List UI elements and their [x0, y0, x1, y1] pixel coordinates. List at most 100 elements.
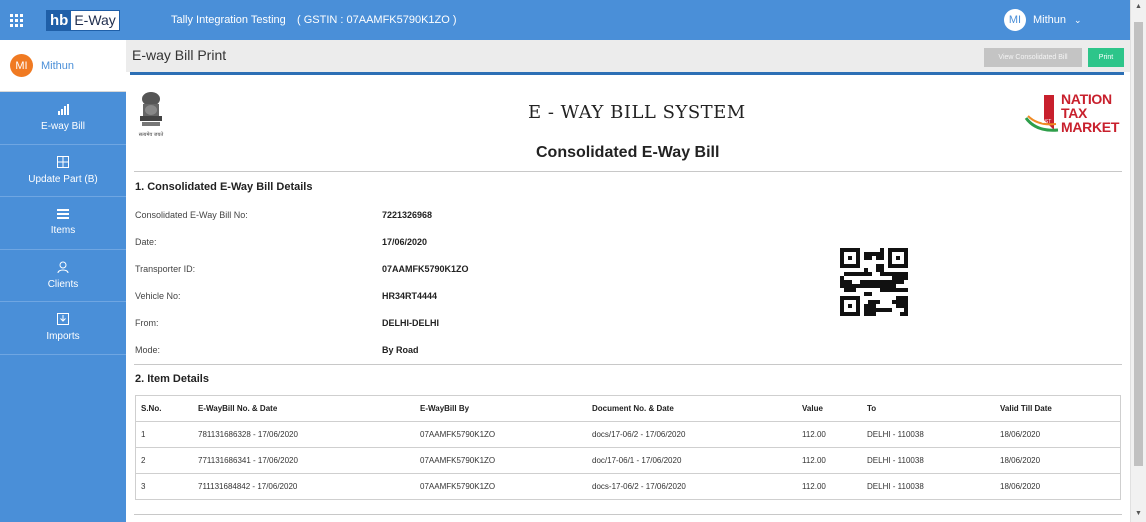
list-icon: [57, 209, 69, 221]
main-content: E-way Bill Print View Consolidated Bill …: [126, 40, 1130, 522]
table-cell: 2: [141, 456, 146, 465]
org-name: Tally Integration Testing: [171, 14, 286, 26]
user-menu[interactable]: MI Mithun ⌄: [1004, 9, 1082, 31]
divider: [134, 514, 1122, 515]
sidebar-item-clients[interactable]: Clients: [0, 250, 126, 302]
table-row: 1 781131686328 - 17/06/2020 07AAMFK5790K…: [136, 422, 1120, 448]
sidebar-item-update-part-b[interactable]: Update Part (B): [0, 145, 126, 197]
sidebar-item-label: E-way Bill: [41, 120, 85, 132]
page-title: E-way Bill Print: [132, 47, 227, 63]
sidebar-item-imports[interactable]: Imports: [0, 302, 126, 355]
table-cell: doc/17-06/1 - 17/06/2020: [592, 456, 682, 465]
table-cell: 18/06/2020: [1000, 482, 1041, 491]
detail-label: Date:: [135, 237, 157, 247]
user-icon: [57, 261, 69, 275]
sidebar-item-eway-bill[interactable]: E-way Bill: [0, 92, 126, 145]
section-heading: 2. Item Details: [135, 373, 209, 385]
scrollbar-thumb[interactable]: [1134, 22, 1143, 466]
table-header-row: S.No. E-WayBill No. & Date E-WayBill By …: [136, 396, 1120, 422]
table-cell: docs/17-06/2 - 17/06/2020: [592, 430, 686, 439]
table-cell: 1: [141, 430, 146, 439]
national-emblem-icon: सत्यमेव जयते: [139, 92, 164, 138]
avatar: MI: [1004, 9, 1026, 31]
grid-icon: [9, 13, 23, 27]
sidebar-user[interactable]: MI Mithun: [0, 40, 126, 92]
header-divider: [130, 72, 1124, 75]
qr-code-icon: [840, 248, 908, 316]
table-cell: 3: [141, 482, 146, 491]
ntm-line-market: MARKET: [1061, 119, 1120, 135]
ntm-line-nation: NATION: [1061, 91, 1112, 107]
scroll-up-icon[interactable]: ▲: [1135, 3, 1142, 10]
table-cell: DELHI - 110038: [867, 430, 924, 439]
table-cell: 771131686341 - 17/06/2020: [198, 456, 298, 465]
detail-label: From:: [135, 318, 159, 328]
table-cell: 781131686328 - 17/06/2020: [198, 430, 298, 439]
table-cell: DELHI - 110038: [867, 482, 924, 491]
detail-label: Consolidated E-Way Bill No:: [135, 210, 248, 220]
view-consolidated-bill-button[interactable]: View Consolidated Bill: [984, 48, 1082, 67]
table-cell: 112.00: [802, 456, 826, 465]
divider: [134, 364, 1122, 365]
table-row: 2 771131686341 - 17/06/2020 07AAMFK5790K…: [136, 448, 1120, 474]
ntm-line-tax: TAX: [1061, 105, 1088, 121]
logo-hb: hb: [47, 11, 72, 30]
chevron-down-icon: ⌄: [1074, 14, 1082, 25]
page-scrollbar[interactable]: ▲ ▼: [1130, 0, 1146, 522]
sidebar-item-items[interactable]: Items: [0, 197, 126, 250]
ntm-gst-text: GST: [1041, 119, 1051, 125]
sidebar-item-label: Items: [50, 225, 76, 237]
grid-table-icon: [57, 155, 69, 170]
table-cell: 07AAMFK5790K1ZO: [420, 482, 496, 491]
system-title: E - WAY BILL SYSTEM: [528, 102, 746, 123]
table-header-cell: S.No.: [141, 404, 162, 413]
bar-chart-icon: [57, 103, 69, 117]
app-logo[interactable]: hb E-Way: [46, 10, 120, 31]
logo-eway: E-Way: [74, 12, 116, 28]
import-icon: [57, 313, 69, 327]
top-bar: hb E-Way Tally Integration Testing ( GST…: [0, 0, 1146, 40]
detail-value: HR34RT4444: [382, 291, 438, 301]
sidebar-user-name: Mithun: [41, 59, 75, 72]
scroll-down-icon[interactable]: ▼: [1135, 510, 1142, 517]
detail-value: 07AAMFK5790K1ZO: [382, 264, 469, 274]
table-cell: DELHI - 110038: [867, 456, 924, 465]
detail-value: DELHI-DELHI: [382, 318, 439, 328]
document-title: Consolidated E-Way Bill: [536, 144, 720, 161]
print-button[interactable]: Print: [1088, 48, 1124, 67]
emblem-caption: सत्यमेव जयते: [139, 131, 164, 138]
user-name: Mithun: [1033, 14, 1067, 26]
avatar: MI: [10, 54, 33, 77]
item-details-table: S.No. E-WayBill No. & Date E-WayBill By …: [135, 395, 1121, 500]
table-header-cell: Value: [802, 404, 823, 413]
table-header-cell: Document No. & Date: [592, 404, 674, 413]
table-cell: 112.00: [802, 482, 826, 491]
table-row: 3 711131684842 - 17/06/2020 07AAMFK5790K…: [136, 474, 1120, 500]
detail-value: 17/06/2020: [382, 237, 428, 247]
detail-label: Transporter ID:: [135, 264, 196, 274]
table-cell: 07AAMFK5790K1ZO: [420, 456, 496, 465]
table-cell: 112.00: [802, 430, 826, 439]
table-cell: 18/06/2020: [1000, 456, 1041, 465]
detail-label: Vehicle No:: [135, 291, 181, 301]
org-gstin: ( GSTIN : 07AAMFK5790K1ZO ): [297, 14, 457, 26]
table-cell: 711131684842 - 17/06/2020: [198, 482, 298, 491]
sidebar: MI Mithun E-way Bill Update Part (B) Ite…: [0, 40, 126, 522]
sidebar-item-label: Imports: [46, 331, 80, 343]
sidebar-item-label: Update Part (B): [28, 173, 98, 185]
table-cell: 07AAMFK5790K1ZO: [420, 430, 496, 439]
table-cell: docs-17-06/2 - 17/06/2020: [592, 482, 686, 491]
ntm-logo-text: NATION TAX MARKET: [1061, 92, 1119, 134]
section-heading: 1. Consolidated E-Way Bill Details: [135, 181, 313, 193]
sidebar-item-label: Clients: [47, 278, 79, 290]
table-header-cell: E-WayBill By: [420, 404, 470, 413]
table-cell: 18/06/2020: [1000, 430, 1041, 439]
table-header-cell: To: [867, 404, 877, 413]
page-header: E-way Bill Print View Consolidated Bill …: [126, 40, 1130, 72]
detail-label: Mode:: [135, 345, 161, 355]
detail-value: 7221326968: [382, 210, 433, 220]
divider: [134, 171, 1122, 172]
table-header-cell: Valid Till Date: [1000, 404, 1052, 413]
app-menu-button[interactable]: [0, 0, 32, 40]
table-header-cell: E-WayBill No. & Date: [198, 404, 278, 413]
